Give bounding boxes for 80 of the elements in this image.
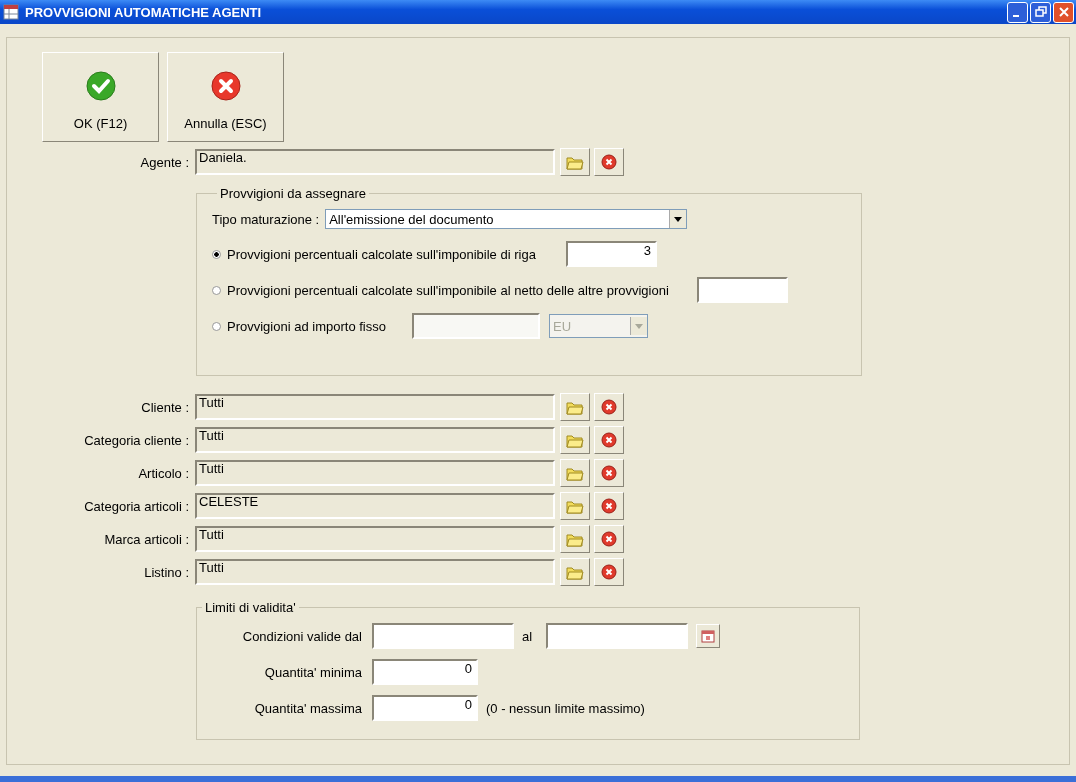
group-title: Limiti di validita': [204, 600, 297, 615]
clear-icon: [601, 498, 617, 514]
window-title: PROVVIGIONI AUTOMATICHE AGENTI: [25, 4, 262, 20]
date-range-label: Condizioni valide dal: [241, 628, 362, 644]
browse-button[interactable]: [560, 426, 590, 454]
filter-field[interactable]: Tutti: [195, 526, 555, 552]
date-to-field[interactable]: [546, 623, 689, 649]
filter-label: Categoria articoli :: [83, 498, 189, 514]
cancel-icon: [209, 70, 242, 102]
clear-button[interactable]: [594, 393, 624, 421]
ok-button[interactable]: OK (F12): [42, 52, 159, 142]
radio-icon[interactable]: [212, 321, 221, 331]
min-quantity-field[interactable]: 0: [372, 659, 478, 685]
minimize-button[interactable]: [1007, 1, 1028, 23]
clear-icon: [601, 465, 617, 481]
folder-icon: [566, 154, 584, 170]
filter-field[interactable]: Tutti: [195, 559, 555, 585]
max-quantity-note: (0 - nessun limite massimo): [486, 700, 645, 716]
browse-button[interactable]: [560, 558, 590, 586]
commission-radio[interactable]: Provvigioni percentuali calcolate sull'imponibile al netto delle altre provvigioni: [212, 282, 669, 298]
filter-field[interactable]: CELESTE: [195, 493, 555, 519]
max-quantity-field[interactable]: 0: [372, 695, 478, 721]
clear-icon: [601, 432, 617, 448]
clear-button[interactable]: [594, 492, 624, 520]
browse-button[interactable]: [560, 148, 590, 176]
filter-label: Cliente :: [140, 399, 189, 415]
clear-icon: [601, 154, 617, 170]
commission-field[interactable]: [696, 277, 788, 303]
folder-icon: [566, 432, 584, 448]
check-icon: [84, 70, 117, 102]
commission-radio[interactable]: Provvigioni ad importo fisso: [212, 318, 386, 334]
radio-icon[interactable]: [212, 249, 221, 259]
filter-label: Marca articoli :: [103, 531, 189, 547]
clear-icon: [601, 531, 617, 547]
browse-button[interactable]: [560, 492, 590, 520]
date-from-field[interactable]: [372, 623, 514, 649]
minimize-icon: [1012, 15, 1019, 17]
date-to-label: al: [522, 628, 533, 644]
close-button[interactable]: [1053, 1, 1074, 23]
min-quantity-label: Quantita' minima: [263, 664, 362, 680]
radio-icon[interactable]: [212, 285, 221, 295]
accrual-label: Tipo maturazione :: [212, 211, 320, 227]
clear-button[interactable]: [594, 558, 624, 586]
folder-icon: [566, 531, 584, 547]
agent-label: Agente :: [139, 154, 189, 170]
clear-icon: [601, 399, 617, 415]
calendar-icon: [701, 629, 716, 643]
browse-button[interactable]: [560, 459, 590, 487]
agent-field[interactable]: Daniela.: [195, 149, 555, 175]
dropdown-arrow-icon: [674, 216, 683, 222]
browse-button[interactable]: [560, 525, 590, 553]
group-title: Provvigioni da assegnare: [219, 186, 367, 201]
filter-label: Articolo :: [137, 465, 189, 481]
restore-icon: [1034, 6, 1047, 18]
max-quantity-label: Quantita' massima: [253, 700, 362, 716]
folder-icon: [566, 498, 584, 514]
commission-field[interactable]: [411, 313, 540, 339]
restore-button[interactable]: [1030, 1, 1051, 23]
browse-button[interactable]: [560, 393, 590, 421]
filter-label: Listino :: [143, 564, 189, 580]
table-icon: [3, 4, 19, 20]
close-icon: [1057, 6, 1070, 18]
folder-icon: [566, 564, 584, 580]
commission-field[interactable]: 3: [565, 241, 657, 267]
clear-icon: [601, 564, 617, 580]
clear-button[interactable]: [594, 459, 624, 487]
clear-button[interactable]: [594, 148, 624, 176]
clear-button[interactable]: [594, 525, 624, 553]
accrual-dropdown[interactable]: All'emissione del documento: [325, 209, 688, 229]
clear-button[interactable]: [594, 426, 624, 454]
filter-field[interactable]: Tutti: [195, 460, 555, 486]
filter-field[interactable]: Tutti: [195, 394, 555, 420]
folder-icon: [566, 465, 584, 481]
cancel-button[interactable]: Annulla (ESC): [167, 52, 284, 142]
commission-radio[interactable]: Provvigioni percentuali calcolate sull'imponibile di riga: [212, 246, 536, 262]
dropdown-arrow-icon: [634, 323, 643, 329]
filter-label: Categoria cliente :: [83, 432, 189, 448]
calendar-button[interactable]: [696, 624, 721, 648]
filter-field[interactable]: Tutti: [195, 427, 555, 453]
folder-icon: [566, 399, 584, 415]
